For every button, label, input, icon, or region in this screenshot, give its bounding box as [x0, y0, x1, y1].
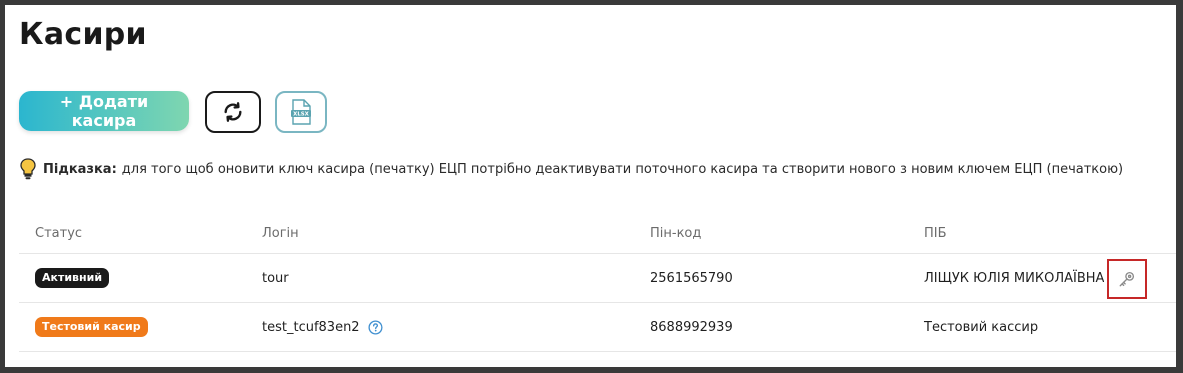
refresh-icon — [224, 102, 242, 122]
hint-prefix: Підказка: — [43, 161, 117, 177]
table-row[interactable]: Тестовий касир test_tcuf83en2 8688992939… — [19, 303, 1176, 352]
cashiers-panel: Касири + Додати касира XLSX Підказка: дл… — [5, 5, 1176, 367]
page-title: Касири — [19, 17, 147, 52]
xlsx-file-icon: XLSX — [291, 99, 311, 125]
status-badge: Активний — [35, 268, 110, 288]
column-header-status: Статус — [35, 225, 83, 241]
cashiers-table: Статус Логін Пін-код ПІБ Активний tour 2… — [19, 213, 1176, 352]
key-icon — [1119, 271, 1135, 287]
pin-cell: 8688992939 — [650, 319, 733, 335]
login-cell: tour — [262, 270, 289, 286]
status-badge: Тестовий касир — [35, 317, 148, 337]
refresh-button[interactable] — [205, 91, 261, 133]
table-row[interactable]: Активний tour 2561565790 ЛІЩУК ЮЛІЯ МИКО… — [19, 254, 1176, 303]
login-cell: test_tcuf83en2 — [262, 319, 360, 335]
export-xlsx-button[interactable]: XLSX — [275, 91, 327, 133]
table-header: Статус Логін Пін-код ПІБ — [19, 213, 1176, 254]
lightbulb-icon — [20, 158, 36, 180]
question-icon[interactable] — [368, 319, 383, 335]
hint-row: Підказка: для того щоб оновити ключ каси… — [19, 157, 1169, 181]
name-cell: ЛІЩУК ЮЛІЯ МИКОЛАЇВНА — [924, 270, 1105, 286]
update-key-button[interactable] — [1107, 259, 1147, 299]
column-header-login: Логін — [262, 225, 299, 241]
pin-cell: 2561565790 — [650, 270, 733, 286]
column-header-name: ПІБ — [924, 225, 947, 241]
add-cashier-button[interactable]: + Додати касира — [19, 91, 189, 131]
hint-text: для того щоб оновити ключ касира (печатк… — [121, 161, 1124, 177]
xlsx-badge-text: XLSX — [293, 112, 309, 118]
column-header-pin: Пін-код — [650, 225, 702, 241]
name-cell: Тестовий кассир — [924, 319, 1039, 335]
